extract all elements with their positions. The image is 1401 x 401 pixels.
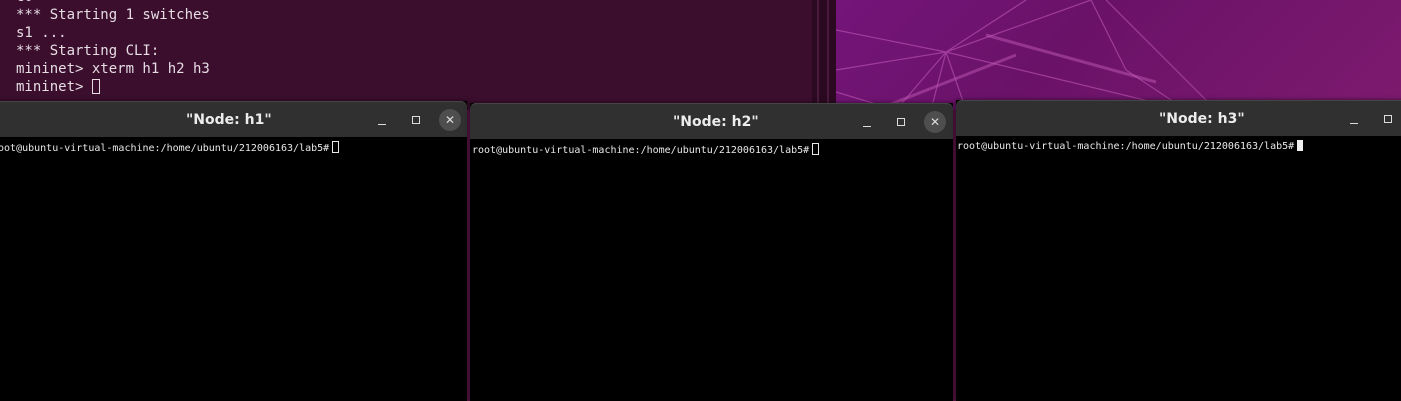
close-button[interactable]: ✕: [924, 111, 946, 133]
window-titlebar[interactable]: "Node: h3": [956, 100, 1401, 136]
close-icon: ✕: [444, 113, 456, 127]
minimize-button[interactable]: [371, 109, 393, 131]
minimize-icon: [1350, 122, 1358, 124]
window-titlebar[interactable]: "Node: h1" ✕: [0, 101, 467, 137]
prompt-text: root@ubuntu-virtual-machine:/home/ubuntu…: [472, 145, 810, 156]
xterm-window-h1[interactable]: "Node: h1" ✕ root@ubuntu-virtual-machine…: [0, 101, 467, 401]
shell-prompt: root@ubuntu-virtual-machine:/home/ubuntu…: [0, 141, 340, 155]
minimize-icon: [863, 125, 871, 127]
maximize-icon: [412, 116, 420, 124]
close-button[interactable]: ✕: [439, 109, 461, 131]
maximize-button[interactable]: [890, 111, 912, 133]
terminal-line: mininet> xterm h1 h2 h3: [16, 61, 210, 77]
shell-prompt: root@ubuntu-virtual-machine:/home/ubuntu…: [957, 140, 1304, 153]
xterm-window-h3[interactable]: "Node: h3" root@ubuntu-virtual-machine:/…: [956, 100, 1401, 401]
xterm-window-h2[interactable]: "Node: h2" ✕ root@ubuntu-virtual-machine…: [470, 103, 953, 401]
maximize-button[interactable]: [405, 109, 427, 131]
desktop-wallpaper: [836, 0, 1401, 110]
shell-prompt: root@ubuntu-virtual-machine:/home/ubuntu…: [472, 143, 820, 157]
text-cursor: [812, 143, 820, 155]
terminal-scrollbar[interactable]: [812, 0, 836, 110]
xterm-body[interactable]: root@ubuntu-virtual-machine:/home/ubuntu…: [0, 137, 467, 401]
xterm-body[interactable]: root@ubuntu-virtual-machine:/home/ubuntu…: [470, 139, 953, 401]
prompt-text: root@ubuntu-virtual-machine:/home/ubuntu…: [957, 141, 1295, 152]
prompt-text: root@ubuntu-virtual-machine:/home/ubuntu…: [0, 143, 330, 154]
terminal-line: s1 ...: [16, 25, 67, 41]
terminal-line: c0: [16, 0, 33, 5]
minimize-icon: [378, 123, 386, 125]
scrollbar-track: [827, 0, 829, 110]
scrollbar-track: [817, 0, 819, 110]
desktop: c0 *** Starting 1 switches s1 ... *** St…: [0, 0, 1401, 401]
minimize-button[interactable]: [856, 111, 878, 133]
maximize-button[interactable]: [1377, 108, 1399, 130]
window-title: "Node: h1": [186, 112, 272, 128]
terminal-output: c0 *** Starting 1 switches s1 ... *** St…: [16, 0, 210, 96]
text-cursor: [91, 79, 100, 94]
close-icon: ✕: [929, 115, 941, 129]
wallpaper-pattern: [836, 0, 1217, 110]
terminal-line: *** Starting 1 switches: [16, 7, 210, 23]
xterm-body[interactable]: root@ubuntu-virtual-machine:/home/ubuntu…: [956, 136, 1401, 401]
terminal-prompt: mininet>: [16, 79, 92, 95]
maximize-icon: [1384, 115, 1392, 123]
mininet-terminal[interactable]: c0 *** Starting 1 switches s1 ... *** St…: [0, 0, 812, 110]
window-title: "Node: h2": [673, 114, 759, 130]
text-cursor: [332, 141, 340, 153]
terminal-line: *** Starting CLI:: [16, 43, 160, 59]
window-titlebar[interactable]: "Node: h2" ✕: [470, 103, 953, 139]
minimize-button[interactable]: [1343, 108, 1365, 130]
text-cursor: [1297, 140, 1304, 151]
window-title: "Node: h3": [1159, 111, 1245, 127]
maximize-icon: [897, 118, 905, 126]
